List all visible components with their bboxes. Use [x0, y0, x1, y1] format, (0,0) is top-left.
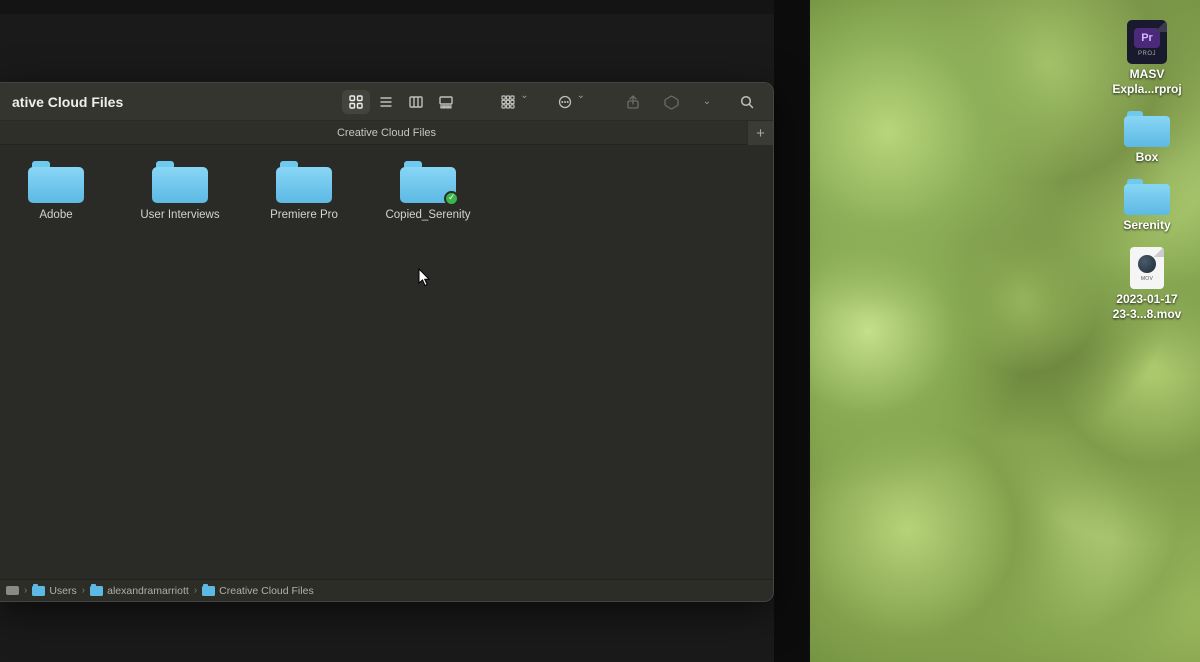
quicktime-glyph [1138, 255, 1156, 273]
group-by-button[interactable] [494, 90, 522, 114]
window-title: ative Cloud Files [12, 94, 123, 110]
folder-item-user-interviews[interactable]: User Interviews [132, 161, 228, 221]
desktop-wallpaper: Pr PROJ MASVExpla...rproj Box Serenity M… [808, 0, 1200, 662]
synced-badge-icon [444, 191, 459, 206]
search-button[interactable] [733, 90, 761, 114]
folder-item-premiere-pro[interactable]: Premiere Pro [256, 161, 352, 221]
background-top [0, 0, 808, 14]
background-dark-strip [774, 0, 808, 662]
folder-item-adobe[interactable]: Adobe [8, 161, 104, 221]
folder-label: Adobe [39, 209, 72, 221]
share-button[interactable] [619, 90, 647, 114]
chevron-down-icon: ⌄ [577, 90, 585, 114]
view-mode-group [342, 90, 460, 114]
folder-icon [1124, 179, 1170, 215]
desktop-item-serenity[interactable]: Serenity [1102, 179, 1192, 233]
view-gallery-button[interactable] [432, 90, 460, 114]
path-segment-disk[interactable] [6, 586, 19, 595]
desktop-item-box[interactable]: Box [1102, 111, 1192, 165]
path-label: Users [49, 585, 76, 597]
desktop-item-mov[interactable]: MOV 2023-01-1723-3...8.mov [1102, 247, 1192, 322]
path-label: Creative Cloud Files [219, 585, 314, 597]
view-icons-button[interactable] [342, 90, 370, 114]
chevron-down-icon: ⌄ [703, 96, 711, 107]
quicktime-mov-icon: MOV [1130, 247, 1164, 289]
finder-tab-bar: Creative Cloud Files + [0, 121, 773, 145]
folder-icon [1124, 111, 1170, 147]
desktop-item-label: MASVExpla...rproj [1112, 67, 1181, 97]
desktop-item-label: Box [1136, 150, 1159, 165]
folder-item-copied-serenity[interactable]: Copied_Serenity [380, 161, 476, 221]
folder-mini-icon [32, 586, 45, 596]
finder-path-bar: › Users › alexandramarriott › Creative C… [0, 579, 773, 601]
folder-mini-icon [90, 586, 103, 596]
path-separator: › [194, 585, 197, 596]
folder-label: Premiere Pro [270, 209, 338, 221]
path-separator: › [24, 585, 27, 596]
finder-content-area[interactable]: Adobe User Interviews Premiere Pro Copie… [0, 145, 773, 579]
disk-icon [6, 586, 19, 595]
folder-icon [400, 161, 456, 203]
folder-icon [152, 161, 208, 203]
tags-button[interactable] [657, 90, 685, 114]
mov-subtext: MOV [1141, 276, 1153, 282]
finder-toolbar: ative Cloud Files ⌄ [0, 83, 773, 121]
folder-mini-icon [202, 586, 215, 596]
path-label: alexandramarriott [107, 585, 189, 597]
view-list-button[interactable] [372, 90, 400, 114]
proj-subtext: PROJ [1138, 51, 1156, 57]
desktop-icons-column: Pr PROJ MASVExpla...rproj Box Serenity M… [1102, 20, 1192, 322]
folder-icon [28, 161, 84, 203]
folder-label: Copied_Serenity [385, 209, 470, 221]
action-menu-button[interactable] [551, 90, 579, 114]
path-segment-user[interactable]: alexandramarriott [90, 585, 189, 597]
pr-badge: Pr [1134, 28, 1160, 48]
folder-label: User Interviews [140, 209, 219, 221]
new-tab-button[interactable]: + [747, 121, 773, 145]
view-columns-button[interactable] [402, 90, 430, 114]
finder-window: ative Cloud Files ⌄ [0, 82, 774, 602]
chevron-down-icon: ⌄ [520, 90, 528, 114]
group-sort-controls: ⌄ ⌄ [494, 90, 585, 114]
folder-icon [276, 161, 332, 203]
desktop-item-label: Serenity [1123, 218, 1170, 233]
finder-tab[interactable]: Creative Cloud Files [317, 121, 456, 144]
path-segment-users[interactable]: Users [32, 585, 76, 597]
desktop-item-prproj[interactable]: Pr PROJ MASVExpla...rproj [1102, 20, 1192, 97]
path-separator: › [82, 585, 85, 596]
dropdown-button[interactable]: ⌄ [695, 90, 723, 114]
premiere-project-icon: Pr PROJ [1127, 20, 1167, 64]
desktop-item-label: 2023-01-1723-3...8.mov [1113, 292, 1182, 322]
path-segment-current[interactable]: Creative Cloud Files [202, 585, 314, 597]
